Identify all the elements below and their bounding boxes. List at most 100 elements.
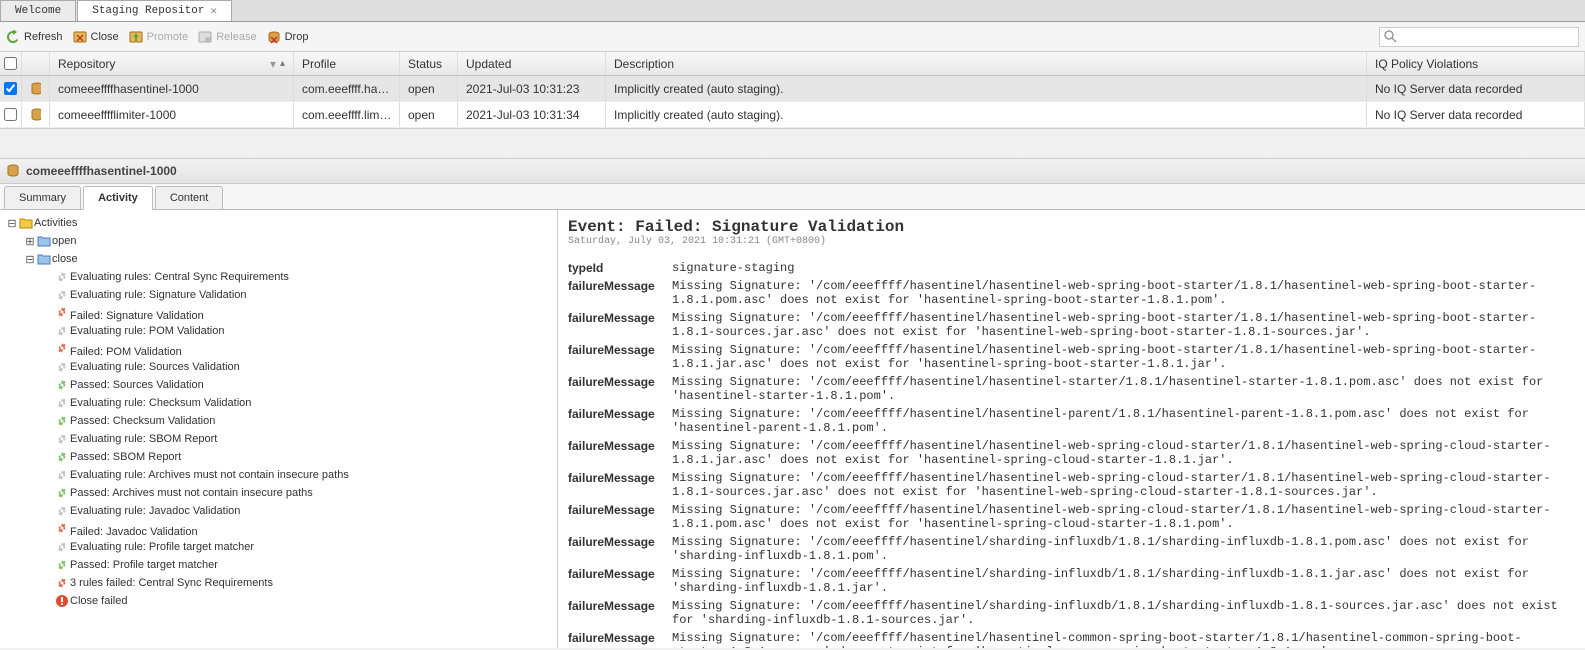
gear-green-icon <box>54 558 70 572</box>
event-value: Missing Signature: '/com/eeeffff/hasenti… <box>672 503 1575 531</box>
tree-node[interactable]: Passed: Archives must not contain insecu… <box>0 484 557 502</box>
tree-node[interactable]: Evaluating rule: Checksum Validation <box>0 394 557 412</box>
drop-button[interactable]: Drop <box>267 30 309 44</box>
tree-toggle-icon[interactable]: ⊞ <box>24 235 36 248</box>
gear-icon <box>54 504 70 518</box>
release-button[interactable]: Release <box>198 30 256 44</box>
staging-toolbar: Refresh Close Promote Release Drop <box>0 22 1585 52</box>
event-key: failureMessage <box>568 599 660 627</box>
search-input[interactable] <box>1402 31 1574 43</box>
event-value: Missing Signature: '/com/eeeffff/hasenti… <box>672 407 1575 435</box>
row-icon-cell <box>22 102 50 127</box>
event-row: typeIdsignature-staging <box>568 261 1575 275</box>
detail-panel-title: comeeeffffhasentinel-1000 <box>26 164 177 178</box>
gear-icon <box>54 432 70 446</box>
event-key: failureMessage <box>568 343 660 371</box>
table-row[interactable]: comeeeffffhasentinel-1000com.eeeffff.ha…… <box>0 76 1585 102</box>
event-row: failureMessageMissing Signature: '/com/e… <box>568 279 1575 307</box>
tree-node[interactable]: Evaluating rule: Profile target matcher <box>0 538 557 556</box>
event-key: failureMessage <box>568 279 660 307</box>
tree-node-label: Activities <box>34 217 77 229</box>
gear-red-icon <box>54 521 70 535</box>
search-icon <box>1384 30 1398 44</box>
cell-updated: 2021-Jul-03 10:31:34 <box>458 102 606 127</box>
tree-node-label: Close failed <box>70 595 127 607</box>
gear-green-icon <box>54 486 70 500</box>
tree-node[interactable]: ⊟close <box>0 250 557 268</box>
tree-node[interactable]: Failed: Signature Validation <box>0 304 557 322</box>
header-profile[interactable]: Profile <box>294 52 400 75</box>
activity-tree[interactable]: ⊟ Activities ⊞ open ⊟closeEvaluating rules: … <box>0 210 558 648</box>
tree-toggle-icon[interactable]: ⊟ <box>6 217 18 230</box>
close-button[interactable]: Close <box>73 30 119 44</box>
header-iq[interactable]: IQ Policy Violations <box>1367 52 1585 75</box>
column-menu-icon[interactable]: ▾ <box>270 57 276 71</box>
gear-red-icon <box>54 576 70 590</box>
tree-node-label: Failed: Javadoc Validation <box>70 526 198 538</box>
subtab-activity[interactable]: Activity <box>83 186 153 210</box>
editor-tab[interactable]: Staging Repositor✕ <box>77 0 232 21</box>
tree-node[interactable]: 3 rules failed: Central Sync Requirement… <box>0 574 557 592</box>
tree-node[interactable]: Passed: Checksum Validation <box>0 412 557 430</box>
tree-node[interactable]: Evaluating rule: Javadoc Validation <box>0 502 557 520</box>
close-repo-icon <box>73 30 87 44</box>
row-checkbox[interactable] <box>4 82 17 95</box>
event-date: Saturday, July 03, 2021 10:31:21 (GMT+08… <box>568 236 1575 247</box>
refresh-button[interactable]: Refresh <box>6 30 63 44</box>
tree-node[interactable]: Passed: Sources Validation <box>0 376 557 394</box>
event-value: Missing Signature: '/com/eeeffff/hasenti… <box>672 311 1575 339</box>
row-checkbox[interactable] <box>4 108 17 121</box>
header-updated[interactable]: Updated <box>458 52 606 75</box>
row-checkbox-cell[interactable] <box>0 76 22 101</box>
tree-node[interactable]: Evaluating rule: SBOM Report <box>0 430 557 448</box>
tree-node-label: Evaluating rule: Profile target matcher <box>70 541 254 553</box>
table-row[interactable]: comeeefffflimiter-1000com.eeeffff.lim…op… <box>0 102 1585 128</box>
event-row: failureMessageMissing Signature: '/com/e… <box>568 343 1575 371</box>
gear-icon <box>54 396 70 410</box>
tree-node-label: Failed: Signature Validation <box>70 310 204 322</box>
tree-node[interactable]: Passed: Profile target matcher <box>0 556 557 574</box>
tree-node[interactable]: Evaluating rule: Signature Validation <box>0 286 557 304</box>
detail-panel-header: comeeeffffhasentinel-1000 <box>0 158 1585 184</box>
tree-node[interactable]: Failed: Javadoc Validation <box>0 520 557 538</box>
cell-iq: No IQ Server data recorded <box>1367 102 1585 127</box>
event-key: failureMessage <box>568 503 660 531</box>
tree-node-label: open <box>52 235 76 247</box>
tree-toggle-icon[interactable]: ⊟ <box>24 253 36 266</box>
event-value: Missing Signature: '/com/eeeffff/hasenti… <box>672 599 1575 627</box>
tab-close-icon[interactable]: ✕ <box>210 4 217 18</box>
panel-gap <box>0 128 1585 158</box>
search-box[interactable] <box>1379 27 1579 47</box>
subtab-content[interactable]: Content <box>155 186 224 209</box>
refresh-icon <box>6 30 20 44</box>
tab-label: Welcome <box>15 5 61 17</box>
promote-button[interactable]: Promote <box>129 30 189 44</box>
subtab-summary[interactable]: Summary <box>4 186 81 209</box>
tree-node[interactable]: Evaluating rules: Central Sync Requireme… <box>0 268 557 286</box>
event-row: failureMessage Missing Signature: '/com/e… <box>568 599 1575 627</box>
event-row: failureMessageMissing Signature: '/com/e… <box>568 631 1575 648</box>
tree-node[interactable]: Evaluating rule: Sources Validation <box>0 358 557 376</box>
row-checkbox-cell[interactable] <box>0 102 22 127</box>
event-value: Missing Signature: '/com/eeeffff/hasenti… <box>672 567 1575 595</box>
tree-node[interactable]: Failed: POM Validation <box>0 340 557 358</box>
gear-green-icon <box>54 378 70 392</box>
gear-green-icon <box>54 450 70 464</box>
header-checkbox-cell[interactable] <box>0 52 22 75</box>
editor-tab[interactable]: Welcome <box>0 0 76 21</box>
select-all-checkbox[interactable] <box>4 57 17 70</box>
header-status[interactable]: Status <box>400 52 458 75</box>
tree-node[interactable]: Evaluating rule: POM Validation <box>0 322 557 340</box>
drop-icon <box>267 30 281 44</box>
tree-node[interactable]: ⊟ Activities <box>0 214 557 232</box>
event-row: failureMessageMissing Signature: '/com/e… <box>568 471 1575 499</box>
header-repository[interactable]: Repository▾ <box>50 52 294 75</box>
tree-node[interactable]: ⊞ open <box>0 232 557 250</box>
tree-node-label: Evaluating rule: Signature Validation <box>70 289 247 301</box>
folder-blue-icon <box>36 252 52 266</box>
header-description[interactable]: Description <box>606 52 1367 75</box>
tree-node[interactable]: Close failed <box>0 592 557 610</box>
tree-node[interactable]: Evaluating rule: Archives must not conta… <box>0 466 557 484</box>
tree-node[interactable]: Passed: SBOM Report <box>0 448 557 466</box>
row-icon-cell <box>22 76 50 101</box>
